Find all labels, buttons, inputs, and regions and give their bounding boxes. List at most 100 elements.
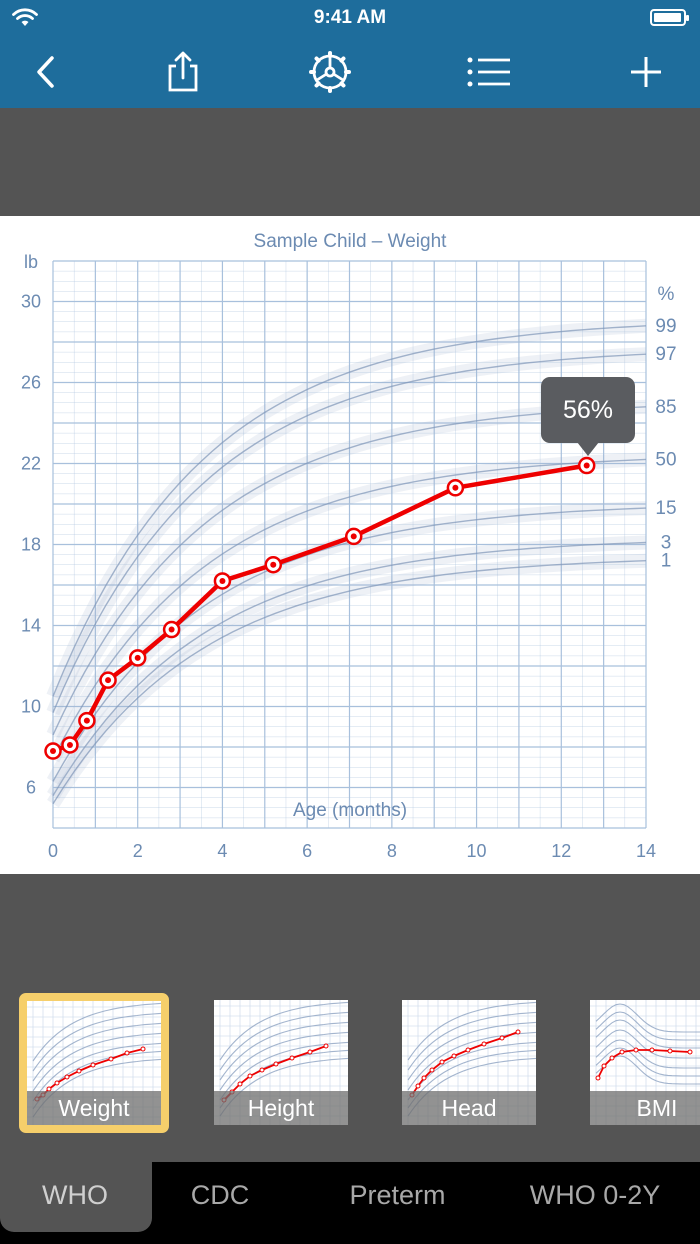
percentile-label: 1 bbox=[661, 551, 672, 572]
thumb-data-point bbox=[595, 1075, 601, 1081]
y-tick-label: 22 bbox=[21, 454, 41, 474]
data-point-dot bbox=[50, 748, 56, 755]
thumb-data-point bbox=[421, 1075, 427, 1081]
thumb-data-point bbox=[124, 1050, 130, 1056]
y-tick-label: 10 bbox=[21, 697, 41, 717]
thumbnail-weight[interactable]: Weight bbox=[19, 993, 169, 1133]
status-bar: 9:41 AM bbox=[0, 0, 700, 36]
thumb-data-point bbox=[259, 1067, 265, 1073]
x-tick-label: 10 bbox=[467, 841, 487, 861]
x-tick-label: 4 bbox=[217, 841, 227, 861]
thumb-percentile-curve bbox=[595, 1003, 700, 1033]
thumb-data-point bbox=[140, 1046, 146, 1052]
data-point-dot bbox=[219, 577, 226, 584]
thumb-data-point bbox=[415, 1083, 421, 1089]
y-tick-label: 26 bbox=[21, 373, 41, 393]
thumb-data-point bbox=[247, 1073, 253, 1079]
back-button[interactable] bbox=[20, 46, 72, 98]
thumbnail-label: Height bbox=[214, 1091, 348, 1125]
thumb-data-point bbox=[108, 1056, 114, 1062]
add-button[interactable] bbox=[620, 46, 672, 98]
tab-who-0-2y[interactable]: WHO 0-2Y bbox=[495, 1162, 695, 1228]
y-tick-label: 14 bbox=[21, 616, 41, 636]
thumb-data-point bbox=[64, 1074, 70, 1080]
thumb-data-point bbox=[307, 1049, 313, 1055]
thumb-data-point bbox=[54, 1080, 60, 1086]
percentile-label: 85 bbox=[655, 397, 676, 418]
thumb-data-point bbox=[601, 1063, 607, 1069]
data-point-dot bbox=[583, 462, 590, 469]
thumb-percentile-curve bbox=[32, 1022, 161, 1082]
y-axis-unit: lb bbox=[24, 252, 38, 272]
settings-button[interactable] bbox=[304, 46, 356, 98]
thumb-data-point bbox=[439, 1059, 445, 1065]
data-point bbox=[78, 711, 96, 730]
x-axis-label: Age (months) bbox=[293, 800, 407, 821]
data-point bbox=[44, 742, 62, 760]
thumb-data-point bbox=[273, 1061, 279, 1067]
thumb-percentile-curve bbox=[219, 1021, 348, 1081]
chevron-left-icon bbox=[37, 56, 54, 88]
tab-who[interactable]: WHO bbox=[0, 1162, 150, 1228]
share-button[interactable] bbox=[157, 46, 209, 98]
plus-icon bbox=[631, 57, 661, 87]
thumb-data-point bbox=[687, 1049, 693, 1055]
right-axis-unit: % bbox=[658, 284, 675, 305]
thumb-data-point bbox=[609, 1055, 615, 1061]
data-point bbox=[61, 736, 79, 754]
thumb-data-point bbox=[323, 1043, 329, 1049]
thumb-percentile-curve bbox=[32, 1002, 161, 1062]
thumb-percentile-curve bbox=[595, 1039, 700, 1069]
thumb-data-point bbox=[451, 1053, 457, 1059]
tab-preterm[interactable]: Preterm bbox=[310, 1162, 485, 1228]
data-point-dot bbox=[168, 626, 175, 633]
standards-tab-bar: WHO CDC Preterm WHO 0-2Y bbox=[0, 1162, 700, 1244]
gear-icon bbox=[309, 51, 351, 93]
x-tick-label: 8 bbox=[387, 841, 397, 861]
data-point-dot bbox=[105, 677, 112, 684]
thumb-percentile-curve bbox=[219, 1001, 348, 1061]
data-point bbox=[344, 527, 363, 546]
data-point bbox=[213, 572, 232, 590]
percentile-label: 50 bbox=[655, 449, 676, 470]
thumb-data-point bbox=[633, 1047, 639, 1053]
data-point-dot bbox=[83, 717, 90, 724]
thumbnail-label: Head bbox=[402, 1091, 536, 1125]
data-point-dot bbox=[134, 654, 141, 661]
data-point bbox=[446, 479, 465, 497]
y-tick-label: 6 bbox=[26, 778, 36, 798]
thumb-data-point bbox=[429, 1067, 435, 1073]
thumbnail-head[interactable]: Head bbox=[402, 1000, 536, 1125]
percentile-label: 15 bbox=[655, 498, 676, 519]
thumb-data-point bbox=[649, 1047, 655, 1053]
data-point bbox=[264, 556, 283, 574]
list-button[interactable] bbox=[463, 46, 515, 98]
growth-chart[interactable]: Sample Child – Weight lb % Age (months) … bbox=[0, 216, 700, 874]
thumb-data-point bbox=[499, 1035, 505, 1041]
percentile-label: 97 bbox=[655, 344, 676, 365]
status-time: 9:41 AM bbox=[313, 7, 387, 28]
data-point bbox=[162, 620, 181, 639]
thumb-data-point bbox=[90, 1062, 96, 1068]
thumb-percentile-curve bbox=[407, 1031, 536, 1091]
data-point-dot bbox=[350, 533, 357, 540]
thumb-percentile-curve bbox=[32, 1032, 161, 1092]
thumbnail-label: BMI bbox=[590, 1091, 700, 1125]
tab-cdc[interactable]: CDC bbox=[160, 1162, 280, 1228]
thumb-data-point bbox=[619, 1049, 625, 1055]
x-tick-label: 2 bbox=[133, 841, 143, 861]
thumb-percentile-curve bbox=[407, 1011, 536, 1071]
battery-icon bbox=[650, 9, 689, 26]
thumb-data-point bbox=[76, 1068, 82, 1074]
thumb-data-point bbox=[667, 1048, 673, 1054]
x-tick-label: 6 bbox=[302, 841, 312, 861]
thumbnail-height[interactable]: Height bbox=[214, 1000, 348, 1125]
data-point-dot bbox=[270, 561, 277, 568]
thumb-percentile-curve bbox=[595, 1029, 700, 1059]
thumb-data-point bbox=[237, 1081, 243, 1087]
thumbnail-bmi[interactable]: BMI bbox=[590, 1000, 700, 1125]
toolbar bbox=[0, 36, 700, 108]
share-icon bbox=[168, 51, 198, 92]
thumb-data-point bbox=[289, 1055, 295, 1061]
list-icon bbox=[467, 57, 510, 87]
